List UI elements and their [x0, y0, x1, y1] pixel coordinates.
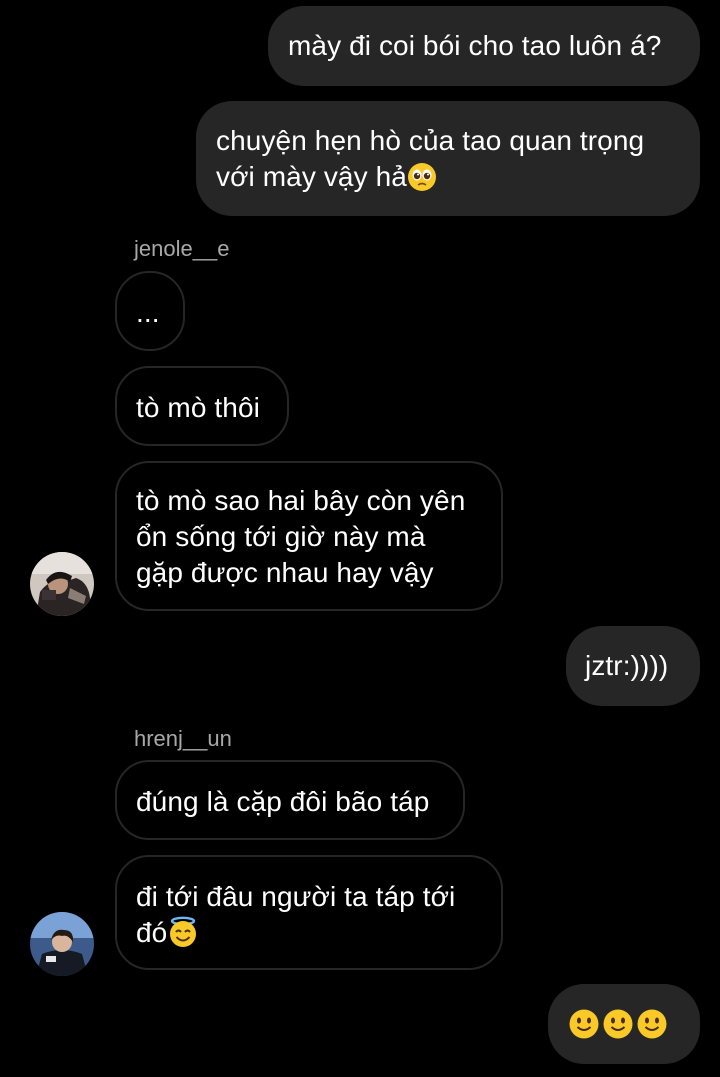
incoming-message[interactable]: đi tới đâu người ta táp tới đó — [115, 855, 503, 970]
message-text-line-2: với mày vậy hả — [216, 159, 700, 201]
slightly-smiling-face-emoji — [634, 1008, 668, 1049]
avatar[interactable] — [30, 912, 94, 976]
outgoing-message[interactable]: chuyện hẹn hò của tao quan trọng với mày… — [196, 101, 700, 216]
message-text-line-3: gặp được nhau hay vậy — [136, 557, 434, 588]
incoming-message[interactable]: đúng là cặp đôi bão táp — [115, 760, 465, 840]
slightly-smiling-face-emoji — [600, 1008, 634, 1049]
message-text: jztr:)))) — [585, 650, 669, 681]
message-text: chuyện hẹn hò của tao quan trọng — [216, 125, 645, 156]
smiling-face-with-halo-emoji — [167, 916, 199, 957]
slightly-smiling-face-emoji — [568, 1008, 600, 1049]
message-text: đi tới đâu người ta táp tới — [136, 881, 456, 912]
message-text: mày đi coi bói cho tao luôn á? — [288, 30, 662, 61]
incoming-message[interactable]: ... — [115, 271, 185, 351]
message-text: đúng là cặp đôi bão táp — [136, 786, 430, 817]
pleading-face-emoji — [407, 162, 437, 201]
message-text: tò mò sao hai bây còn yên — [136, 485, 466, 516]
message-text-line-2: ổn sống tới giờ này mà — [136, 521, 426, 552]
message-text: tò mò thôi — [136, 392, 260, 423]
avatar[interactable] — [30, 552, 94, 616]
outgoing-message[interactable]: mày đi coi bói cho tao luôn á? — [268, 6, 700, 86]
sender-name: hrenj__un — [134, 726, 232, 751]
outgoing-message[interactable]: jztr:)))) — [566, 626, 700, 706]
outgoing-message[interactable] — [548, 984, 700, 1064]
message-text-line-2: đó — [136, 915, 501, 957]
sender-name: jenole__e — [134, 236, 230, 261]
chat-thread: mày đi coi bói cho tao luôn á? chuyện hẹ… — [0, 0, 720, 1077]
incoming-message[interactable]: tò mò sao hai bây còn yên ổn sống tới gi… — [115, 461, 503, 611]
message-text: ... — [136, 297, 160, 328]
incoming-message[interactable]: tò mò thôi — [115, 366, 289, 446]
